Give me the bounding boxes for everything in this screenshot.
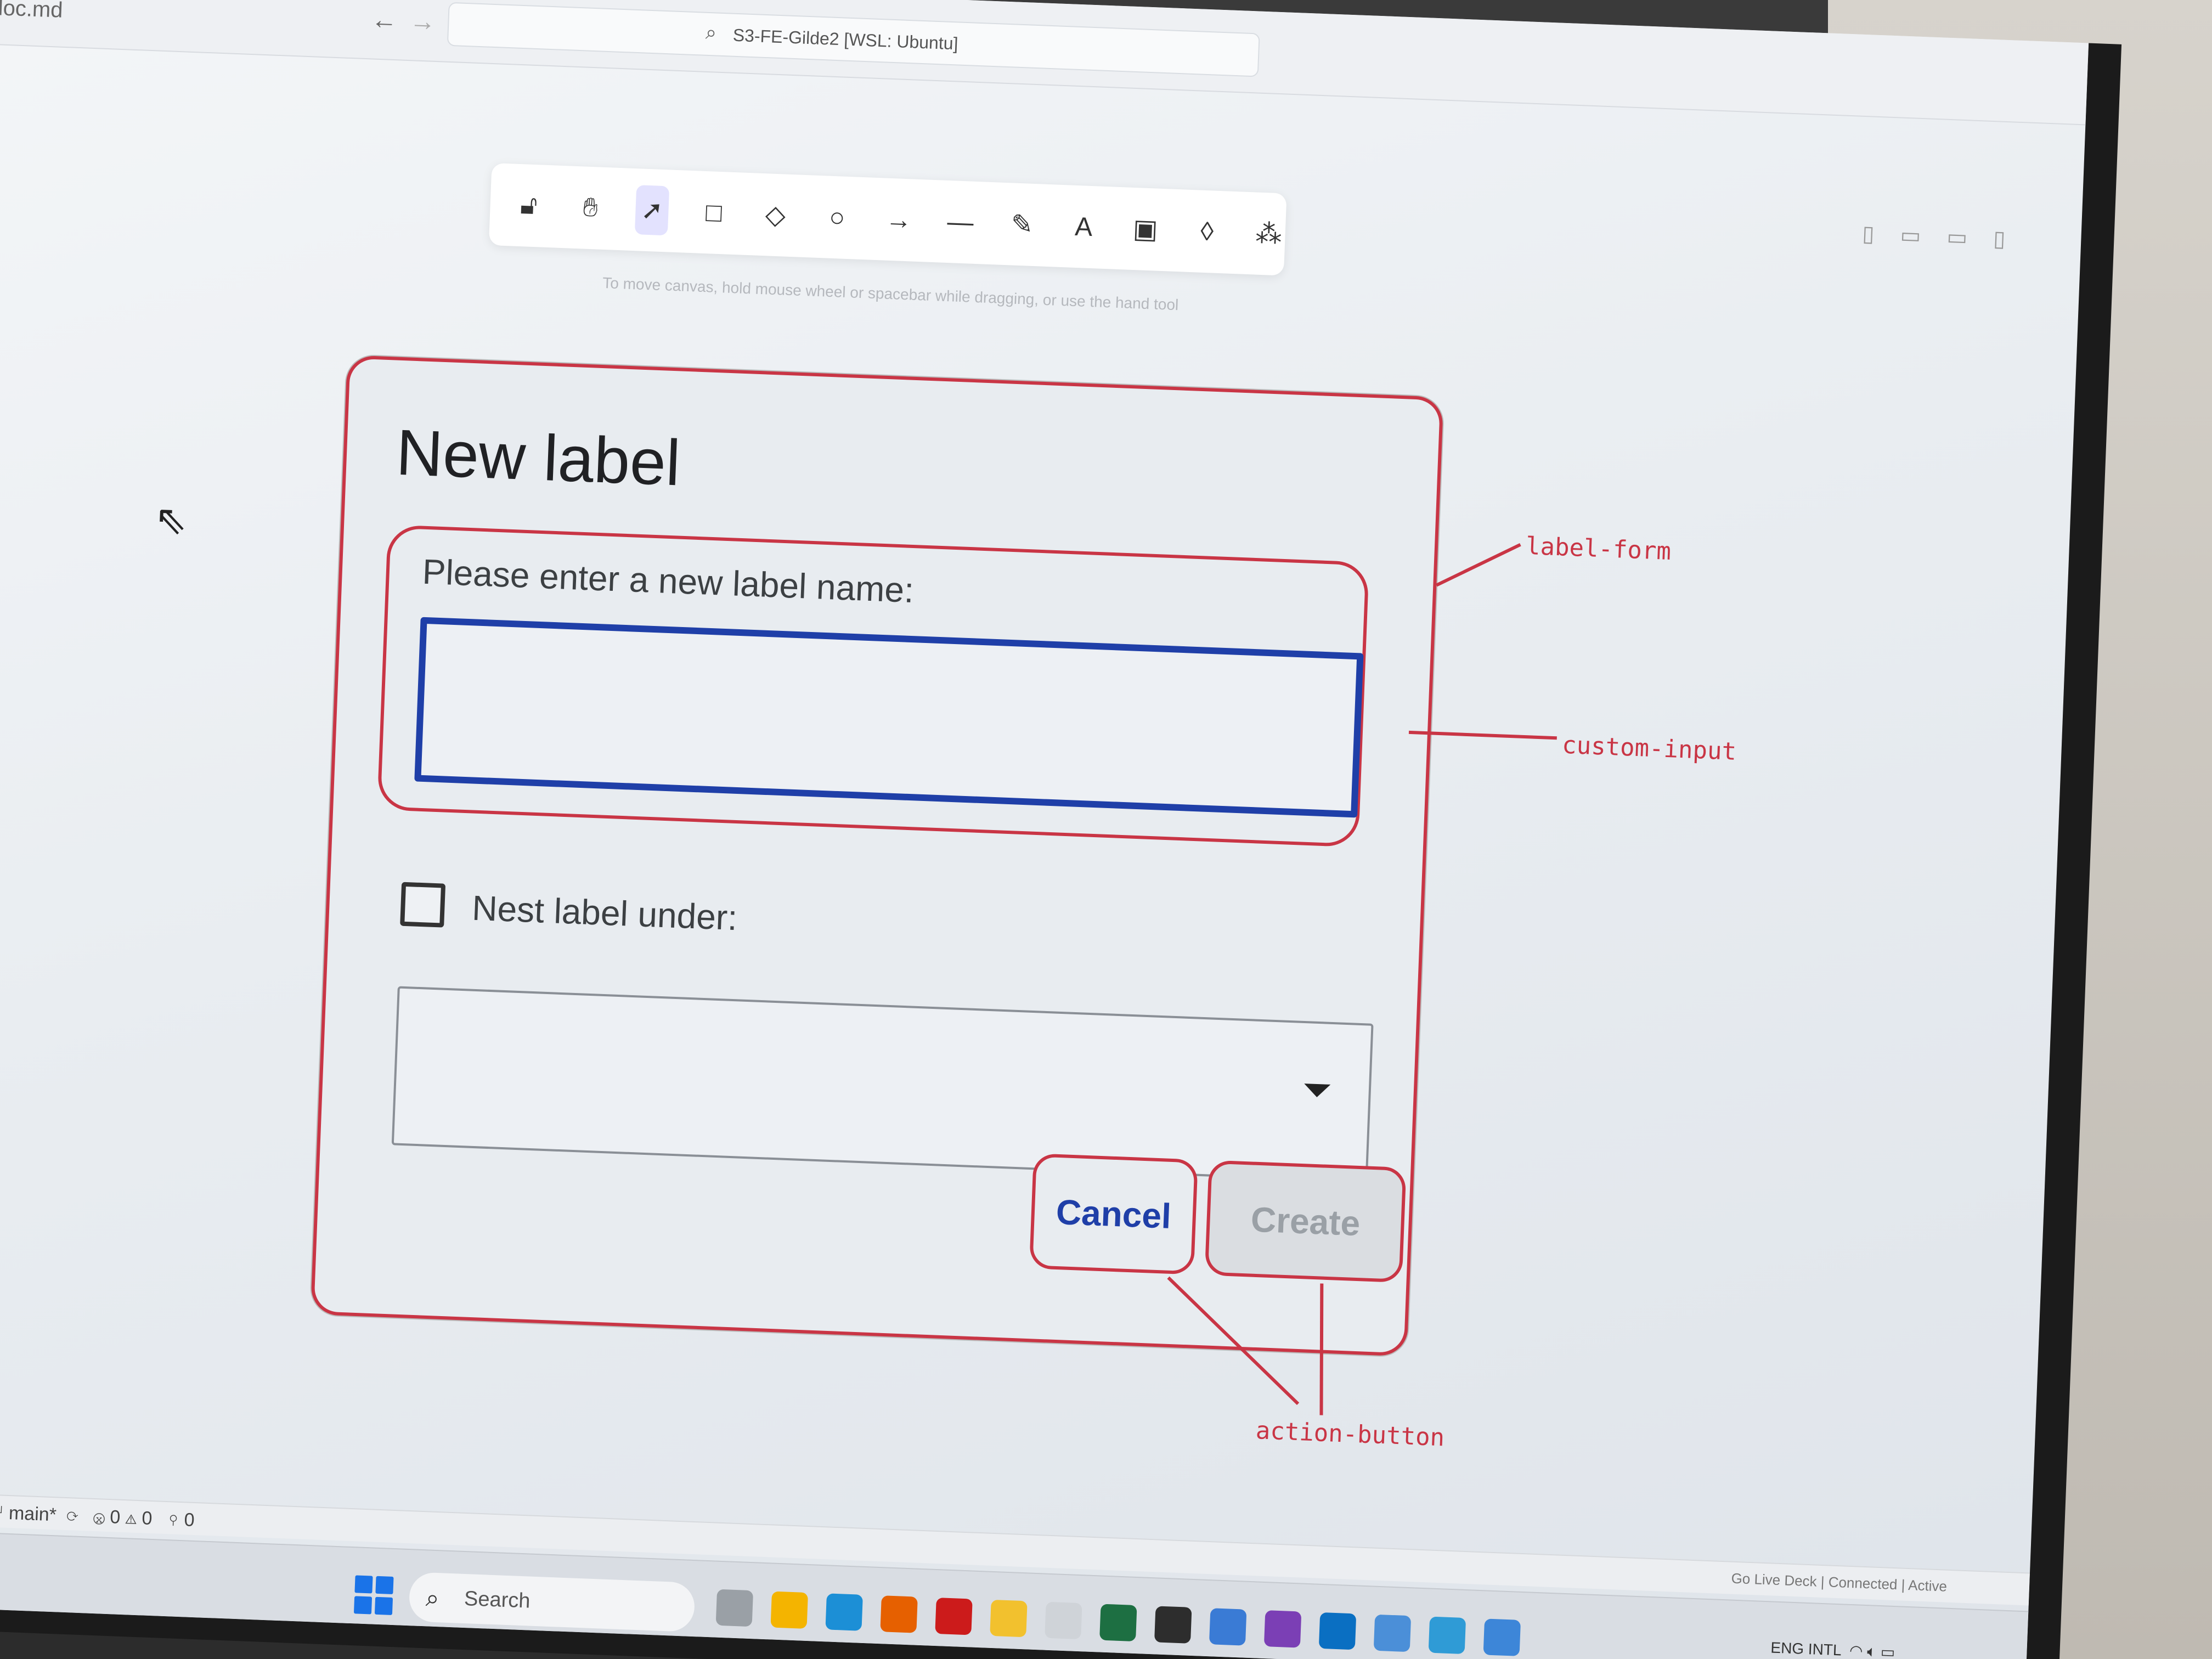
photo-stage: loc.md ← → ⌕ S3-FE-Gilde2 [WSL: Ubuntu] … — [0, 0, 2212, 1659]
action-button-pointer-line — [1319, 1283, 1324, 1415]
excel-icon[interactable] — [1099, 1604, 1137, 1642]
status-branch[interactable]: main* — [8, 1503, 57, 1525]
dialog-title: New label — [394, 416, 682, 500]
new-label-dialog: New label Please enter a new label name:… — [310, 355, 1444, 1357]
system-tray[interactable]: ENG INTL ◠ 🔈︎ ▭ — [1770, 1638, 1895, 1659]
label-form-annotation: label-form — [1525, 532, 1672, 566]
monitor-screen: loc.md ← → ⌕ S3-FE-Gilde2 [WSL: Ubuntu] … — [0, 0, 2122, 1659]
vscode-icon[interactable] — [1318, 1612, 1357, 1650]
pencil-icon[interactable]: ✎ — [1005, 199, 1040, 250]
custom-input-annotation: custom-input — [1561, 731, 1737, 766]
sync-icon[interactable]: ⟳ — [66, 1505, 78, 1526]
rectangle-icon[interactable]: □ — [696, 187, 731, 238]
create-button[interactable]: Create — [1204, 1160, 1407, 1283]
image-icon[interactable]: ▣ — [1128, 204, 1163, 255]
label-name-input[interactable] — [414, 617, 1364, 818]
action-button-annotation: action-button — [1255, 1417, 1446, 1452]
edge-icon[interactable] — [825, 1593, 863, 1631]
ports-icon: ⚲ — [167, 1509, 179, 1530]
custom-input-pointer-line — [1408, 730, 1557, 740]
volume-icon[interactable]: 🔈︎ — [1867, 1643, 1877, 1659]
drawing-toolbar: 🔓︎ ✋︎ ➚ □ ◇ ○ → — ✎ A ▣ ◊ ⁂ — [488, 162, 1287, 276]
package-icon[interactable] — [1209, 1608, 1247, 1646]
status-right[interactable]: Go Live Deck | Connected | Active — [1731, 1570, 1947, 1595]
status-ports[interactable]: 0 — [184, 1509, 195, 1531]
app-icon[interactable] — [1483, 1618, 1521, 1656]
back-arrow-icon[interactable]: ← — [370, 4, 398, 36]
taskbar-apps — [715, 1589, 1521, 1656]
cancel-button[interactable]: Cancel — [1029, 1153, 1198, 1275]
hand-icon[interactable]: ✋︎ — [573, 183, 608, 233]
task-view-icon[interactable] — [715, 1589, 754, 1627]
firefox-icon[interactable] — [880, 1595, 918, 1633]
window-controls[interactable]: ▯ ▭ ▭ ▯ — [1862, 221, 2016, 252]
file-explorer-icon[interactable] — [990, 1599, 1028, 1638]
battery-icon[interactable]: ▭ — [1880, 1643, 1895, 1659]
diamond-icon[interactable]: ◇ — [758, 190, 793, 240]
eraser-icon[interactable]: ◊ — [1189, 206, 1224, 257]
visual-studio-icon[interactable] — [1263, 1610, 1302, 1648]
nest-label-checkbox[interactable] — [400, 882, 446, 928]
line-icon[interactable]: — — [943, 197, 978, 247]
label-form: Please enter a new label name: — [377, 524, 1369, 848]
file-tab[interactable]: loc.md — [0, 0, 63, 23]
git-branch-icon: ⑂ — [0, 1502, 4, 1523]
toolbar-hint: To move canvas, hold mouse wheel or spac… — [602, 274, 1179, 314]
windows-start-icon[interactable] — [353, 1575, 394, 1615]
text-icon[interactable]: A — [1066, 201, 1101, 252]
ellipse-icon[interactable]: ○ — [820, 192, 855, 242]
select-pointer-icon[interactable]: ➚ — [634, 185, 670, 236]
search-icon: ⌕ — [425, 1584, 440, 1612]
notepad-icon[interactable] — [1045, 1601, 1082, 1640]
search-icon: ⌕ — [705, 20, 718, 44]
taskbar-search-box[interactable]: Search — [408, 1572, 696, 1633]
parent-label-select[interactable] — [391, 986, 1374, 1183]
dropdown-arrow-icon — [1304, 1084, 1331, 1098]
mouse-cursor-icon: ⇖ — [153, 497, 189, 543]
arrow-icon[interactable]: → — [881, 194, 916, 245]
status-left: n-timer ⑂ main* ⟳ ⓧ 0 ⚠ 0 ⚲ 0 — [0, 1499, 195, 1531]
shapes-library-icon[interactable]: ⁂ — [1251, 208, 1286, 259]
terminal-icon[interactable] — [1154, 1606, 1192, 1644]
tray-language[interactable]: ENG INTL — [1770, 1639, 1841, 1658]
lock-icon[interactable]: 🔓︎ — [511, 180, 546, 231]
chat-icon[interactable] — [1373, 1614, 1412, 1652]
globe-icon[interactable] — [1428, 1616, 1466, 1655]
status-warnings[interactable]: 0 — [142, 1508, 153, 1529]
nest-label-text: Nest label under: — [471, 888, 738, 938]
wifi-icon[interactable]: ◠ — [1849, 1642, 1863, 1659]
error-icon: ⓧ — [93, 1505, 105, 1527]
label-form-pointer-line — [1436, 543, 1521, 587]
opera-icon[interactable] — [935, 1598, 973, 1635]
chrome-icon[interactable] — [770, 1591, 809, 1629]
label-name-prompt: Please enter a new label name: — [421, 551, 915, 611]
warning-icon: ⚠ — [125, 1507, 137, 1528]
status-errors[interactable]: 0 — [110, 1506, 121, 1528]
forward-arrow-icon[interactable]: → — [409, 6, 436, 37]
